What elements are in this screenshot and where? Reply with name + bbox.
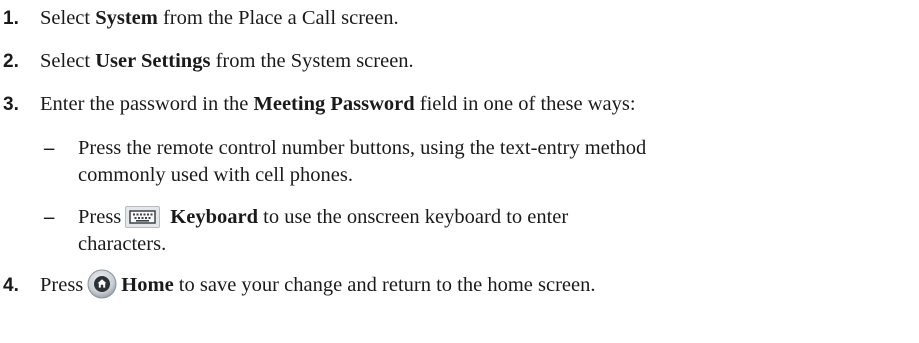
dash-bullet: – <box>44 137 55 159</box>
step-number: 4. <box>3 275 19 296</box>
ui-term-system: System <box>95 7 158 29</box>
ui-term-user-settings: User Settings <box>95 50 211 72</box>
step-text: Select System from the Place a Call scre… <box>40 7 399 29</box>
step-text: Select User Settings from the System scr… <box>40 50 414 72</box>
ui-term-keyboard: Keyboard <box>170 206 258 228</box>
ui-term-home: Home <box>121 274 174 296</box>
step-number: 3. <box>3 94 19 115</box>
keyboard-icon <box>125 205 161 228</box>
step-number: 1. <box>3 8 19 29</box>
step-text: Enter the password in the Meeting Passwo… <box>40 93 636 115</box>
dash-bullet: – <box>44 206 55 228</box>
instruction-list: 1. Select System from the Place a Call s… <box>0 0 919 343</box>
step-text: Press Home to save your change and return… <box>40 269 900 299</box>
sub-item-text: Press the remote control number buttons,… <box>78 137 647 186</box>
step-number: 2. <box>3 51 19 72</box>
home-button-icon <box>87 269 117 299</box>
ui-term-meeting-password: Meeting Password <box>253 93 415 115</box>
sub-item-text: Press Keyboard to use the onscreen keyboa… <box>78 205 569 255</box>
